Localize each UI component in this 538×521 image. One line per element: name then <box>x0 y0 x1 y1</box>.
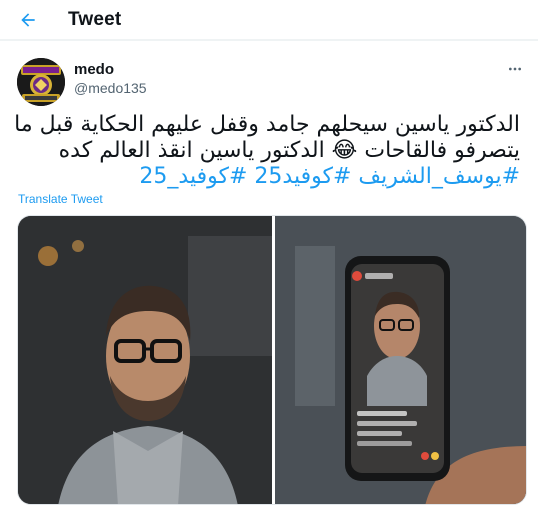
photo-phone-video-icon <box>275 216 526 504</box>
arrow-left-icon <box>18 10 38 30</box>
author-name[interactable]: medo <box>74 61 114 78</box>
more-button[interactable] <box>504 58 526 80</box>
hashtag-line: #يوسف_الشريف #كوفيد25 #كوفيد_25 <box>15 164 520 190</box>
hashtag-link[interactable]: #كوفيد_25 <box>139 164 247 189</box>
media-photo-2[interactable] <box>275 216 526 504</box>
tweet-text-line-2: يتصرفو فالقاحات 😂 الدكتور ياسين انقذ الع… <box>58 138 520 163</box>
avatar[interactable] <box>17 58 65 106</box>
tweet-text-line-1: الدكتور ياسين سيحلهم جامد وقفل عليهم الح… <box>14 112 520 137</box>
top-header: Tweet <box>0 0 538 40</box>
hashtag-link[interactable]: #كوفيد25 <box>254 164 351 189</box>
wrestling-logo-avatar-icon <box>17 58 65 106</box>
translate-tweet-link[interactable]: Translate Tweet <box>18 192 103 206</box>
author-handle[interactable]: @medo135 <box>74 80 147 96</box>
hashtag-link[interactable]: #يوسف_الشريف <box>358 164 520 189</box>
media-photo-1[interactable] <box>18 216 272 504</box>
back-button[interactable] <box>14 6 42 34</box>
photo-man-glasses-icon <box>18 216 272 504</box>
tweet-media <box>17 215 527 505</box>
tweet-text: الدكتور ياسين سيحلهم جامد وقفل عليهم الح… <box>14 112 520 190</box>
page-title: Tweet <box>68 9 122 30</box>
more-dots-icon <box>507 61 523 77</box>
